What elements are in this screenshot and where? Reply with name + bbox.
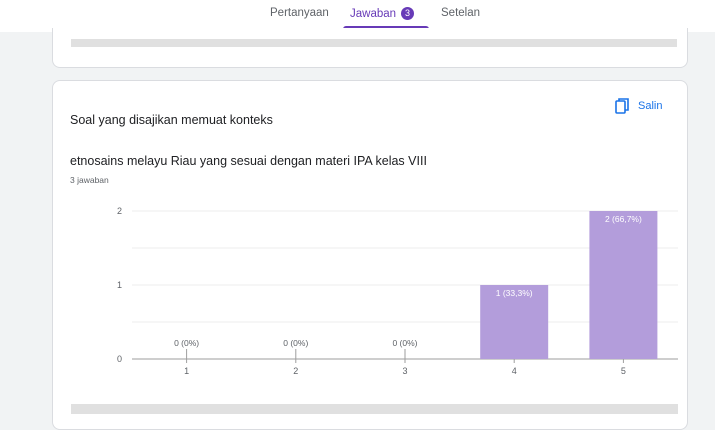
bar-data-label: 0 (0%) [392,338,417,348]
x-tick-label: 4 [512,366,517,376]
next-card-placeholder-bar [71,404,678,414]
tab-pertanyaan[interactable]: Pertanyaan [270,7,329,19]
bar-data-label: 0 (0%) [174,338,199,348]
tab-setelan[interactable]: Setelan [441,7,480,19]
x-tick-label: 3 [402,366,407,376]
x-tick-label: 1 [184,366,189,376]
y-tick-label: 2 [117,206,122,216]
tab-jawaban-label: Jawaban [350,8,397,20]
bar-data-label: 1 (33,3%) [496,288,533,298]
y-tick-label: 1 [117,280,122,290]
x-tick-label: 2 [293,366,298,376]
question-summary-card: Soal yang disajikan memuat konteks etnos… [52,80,688,430]
bar-data-label: 2 (66,7%) [605,214,642,224]
y-tick-label: 0 [117,354,122,364]
bar-data-label: 0 (0%) [283,338,308,348]
response-count-badge: 3 [401,7,415,20]
bar [589,211,658,359]
tab-jawaban[interactable]: Jawaban 3 [350,7,415,20]
x-tick-label: 5 [621,366,626,376]
placeholder-bar [71,39,677,47]
previous-question-card [52,28,688,68]
responses-bar-chart: 0 1 2 1 0 (0%) 2 0 (0%) 3 0 (0%) 4 1 (33,3%) 5 2 (66… [117,206,678,376]
